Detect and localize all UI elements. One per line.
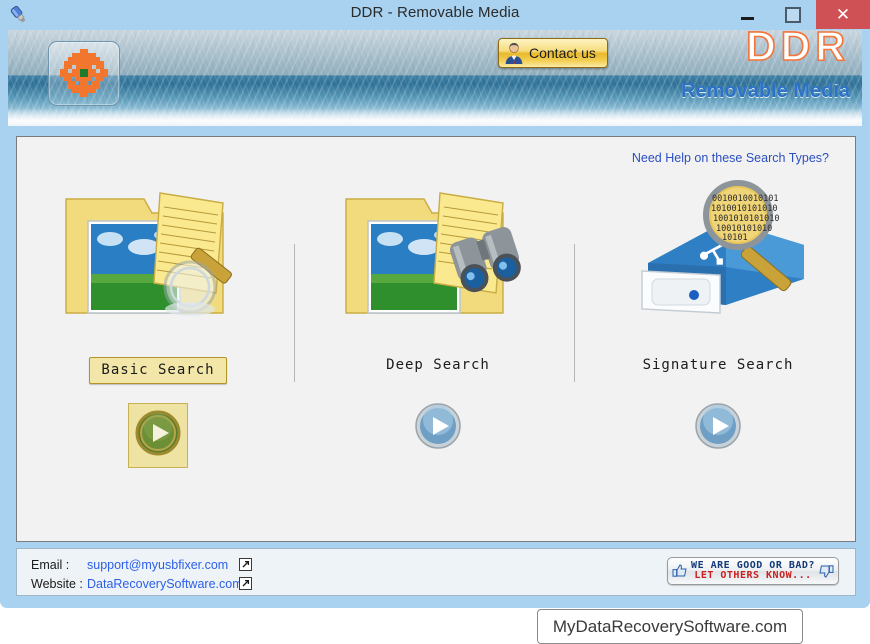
close-icon: ✕ — [835, 5, 851, 24]
basic-search-label: Basic Search — [89, 357, 227, 384]
header-banner — [8, 30, 862, 126]
email-row: Email : support@myusbfixer.com — [31, 558, 228, 572]
external-drive-binary-magnifier-icon: 0010010010101 1010010101010 100101010101… — [578, 175, 858, 353]
svg-text:0010010010101: 0010010010101 — [712, 194, 779, 204]
contact-us-button[interactable]: Contact us — [498, 38, 608, 68]
checkered-flower-logo-icon — [60, 49, 108, 97]
svg-text:1001010101010: 1001010101010 — [713, 214, 780, 224]
website-row: Website : DataRecoverySoftware.com — [31, 577, 243, 591]
deep-search-play-wrap — [298, 403, 578, 454]
search-options-panel: Need Help on these Search Types? Basic S… — [16, 136, 856, 542]
external-link-icon[interactable] — [239, 577, 252, 590]
rate-line-2: LET OTHERS KNOW... — [694, 570, 812, 581]
svg-text:1010010101010: 1010010101010 — [711, 204, 778, 214]
play-button-blue[interactable] — [695, 403, 741, 453]
website-label: Website : — [31, 577, 83, 591]
footer-bar: Email : support@myusbfixer.com Website : D… — [16, 548, 856, 596]
thumbs-up-icon — [672, 563, 688, 579]
watermark-box: MyDataRecoverySoftware.com — [537, 609, 803, 644]
option-signature-search[interactable]: 0010010010101 1010010101010 100101010101… — [578, 175, 858, 505]
folder-photo-binoculars-icon — [298, 175, 578, 353]
signature-search-label: Signature Search — [642, 357, 794, 373]
contact-us-label: Contact us — [529, 45, 596, 61]
play-button-blue[interactable] — [415, 403, 461, 453]
application-window: DDR - Removable Media ✕ Contact us DDR R… — [0, 0, 870, 608]
thumbs-down-icon — [818, 563, 834, 579]
email-link[interactable]: support@myusbfixer.com — [87, 558, 228, 572]
deep-search-label: Deep Search — [386, 357, 490, 373]
website-link[interactable]: DataRecoverySoftware.com — [87, 577, 243, 591]
folder-photo-magnifier-icon — [18, 175, 298, 353]
rate-us-banner[interactable]: WE ARE GOOD OR BAD? LET OTHERS KNOW... — [667, 557, 839, 585]
help-link[interactable]: Need Help on these Search Types? — [632, 151, 829, 165]
play-button-gold[interactable] — [128, 403, 188, 468]
signature-search-play-wrap — [578, 403, 858, 454]
app-logo-box — [48, 41, 120, 106]
title-bar: DDR - Removable Media ✕ — [0, 0, 870, 30]
option-label-wrap: Basic Search — [18, 357, 298, 384]
external-link-icon[interactable] — [239, 558, 252, 571]
option-deep-search[interactable]: Deep Search — [298, 175, 578, 505]
svg-text:10101: 10101 — [722, 233, 748, 243]
person-icon — [502, 41, 526, 65]
email-label: Email : — [31, 558, 70, 572]
watermark-text: MyDataRecoverySoftware.com — [552, 616, 788, 636]
basic-search-play-wrap — [18, 403, 298, 468]
option-basic-search[interactable]: Basic Search — [18, 175, 298, 505]
brand-title: DDR — [745, 23, 850, 69]
brand-subtitle: Removable Media — [681, 80, 850, 102]
